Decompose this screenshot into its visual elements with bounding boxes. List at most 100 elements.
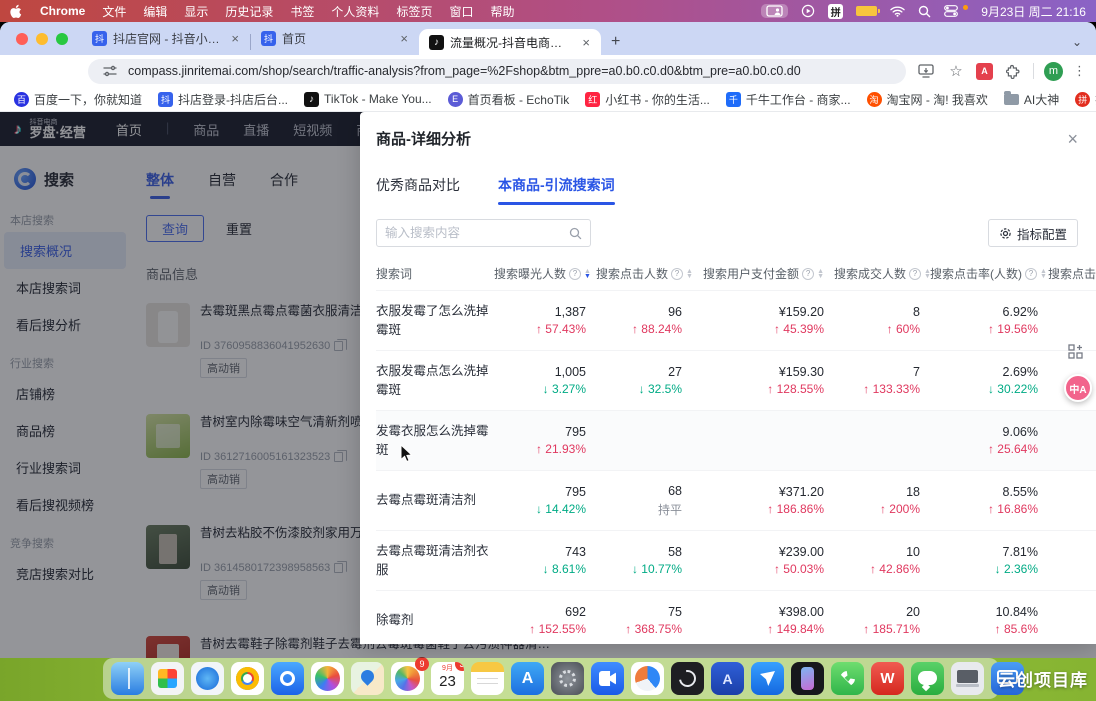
help-icon[interactable]: ? [909, 268, 921, 280]
dock-app-store-icon[interactable]: A [511, 662, 544, 695]
bookmark-echotik[interactable]: E首页看板 - EchoTik [448, 91, 570, 108]
dock-360-browser-icon[interactable] [311, 662, 344, 695]
dock-iphone-mirroring-icon[interactable] [791, 662, 824, 695]
control-center-icon[interactable] [944, 5, 958, 17]
tab-close-icon[interactable]: × [397, 31, 411, 46]
minimize-window-button[interactable] [36, 33, 48, 45]
dock-wps-office-icon[interactable]: W [871, 662, 904, 695]
table-row[interactable]: 除霉剂 692↑ 152.55% 75↑ 368.75% ¥398.00↑ 14… [376, 591, 1096, 651]
dock-notes-icon[interactable] [471, 662, 504, 695]
browser-menu-icon[interactable]: ⋮ [1073, 63, 1086, 79]
help-icon[interactable]: ? [802, 268, 814, 280]
url-text[interactable]: compass.jinritemai.com/shop/search/traff… [128, 64, 801, 78]
table-row[interactable]: 衣服发霉了怎么洗掉霉斑 1,387↑ 57.43% 96↑ 88.24% ¥15… [376, 291, 1096, 351]
dock-meeting-app-icon[interactable] [591, 662, 624, 695]
input-source-icon[interactable]: 拼 [828, 4, 843, 19]
sort-icon[interactable]: ▲▼ [817, 269, 824, 279]
tab-compass-active[interactable]: ♪ 流量概况-抖音电商罗盘 × [419, 29, 601, 55]
table-row[interactable]: 去霉点霉斑清洁剂衣服 743↓ 8.61% 58↓ 10.77% ¥239.00… [376, 531, 1096, 591]
spotlight-icon[interactable] [918, 5, 931, 18]
menu-file[interactable]: 文件 [102, 3, 126, 20]
modal-tab-compare[interactable]: 优秀商品对比 [376, 175, 460, 205]
dock-system-settings-icon[interactable] [551, 662, 584, 695]
translate-extension-icon[interactable]: A [976, 63, 993, 80]
dock-calendar-icon[interactable]: 9月233 [431, 662, 464, 695]
sort-icon[interactable]: ▲▼ [584, 269, 591, 279]
dock-maps-icon[interactable] [351, 662, 384, 695]
search-input[interactable] [385, 226, 569, 240]
table-row[interactable]: 发霉衣服怎么洗掉霉斑 795↑ 21.93% 9.06%↑ 25.64% 8↓ [376, 411, 1096, 471]
battery-icon[interactable] [856, 6, 877, 16]
dock-wechat-icon[interactable] [911, 662, 944, 695]
modal-search-box [376, 219, 591, 247]
bookmark-taobao[interactable]: 淘淘宝网 - 淘! 我喜欢 [867, 91, 988, 108]
dock-remote-display-icon[interactable] [951, 662, 984, 695]
dock-finder-icon[interactable] [111, 662, 144, 695]
site-settings-icon[interactable] [100, 61, 120, 81]
modal-close-icon[interactable]: × [1067, 130, 1078, 148]
menu-view[interactable]: 显示 [184, 3, 208, 20]
translate-float-button[interactable]: 中A [1064, 374, 1092, 402]
screen-mirroring-icon[interactable] [761, 4, 788, 18]
table-row[interactable]: 去霉点霉斑清洁剂 795↓ 14.42% 68持平 ¥371.20↑ 186.8… [376, 471, 1096, 531]
sort-icon[interactable]: ▲▼ [686, 269, 693, 279]
search-icon[interactable] [569, 227, 582, 240]
new-tab-button[interactable]: + [601, 33, 630, 55]
bookmark-baidu[interactable]: 百百度一下，你就知道 [14, 91, 142, 108]
bookmark-pdd[interactable]: 拼拼多多 商家后台 [1075, 91, 1096, 108]
tab-doudian[interactable]: 抖 抖店官网 - 抖音小店，抖音电… × [82, 25, 250, 51]
help-icon[interactable]: ? [569, 268, 581, 280]
mouse-cursor [400, 444, 413, 463]
widget-grid-icon[interactable] [1068, 344, 1084, 360]
dock-capcut-icon[interactable] [671, 662, 704, 695]
dock-launchpad-icon[interactable] [151, 662, 184, 695]
bookmark-folder-ai[interactable]: AI大神 [1004, 91, 1059, 108]
col-pay-amount: 搜索用户支付金额?▲▼ [692, 257, 834, 291]
menu-tabs[interactable]: 标签页 [396, 3, 432, 20]
bookmark-qianniu[interactable]: 千千牛工作台 - 商家... [726, 91, 851, 108]
extensions-puzzle-icon[interactable] [1003, 61, 1023, 81]
dock-quark-browser-icon[interactable] [271, 662, 304, 695]
send-to-device-icon[interactable] [916, 61, 936, 81]
tab-home[interactable]: 抖 首页 × [251, 25, 419, 51]
bookmark-star-icon[interactable]: ☆ [946, 61, 966, 81]
bookmark-doudian-login[interactable]: 抖抖店登录-抖店后台... [158, 91, 288, 108]
menu-bookmarks[interactable]: 书签 [290, 3, 314, 20]
dock-feishu-icon[interactable] [751, 662, 784, 695]
menu-history[interactable]: 历史记录 [225, 3, 273, 20]
menu-chrome[interactable]: Chrome [40, 4, 85, 18]
web-page: ♪ 抖音电商 罗盘·经营 首页 | 商品 直播 短视频 商品卡 搜索 [0, 112, 1096, 658]
dock-baidu-netdisk-icon[interactable] [631, 662, 664, 695]
dock-photos-icon[interactable]: 9 [391, 662, 424, 695]
dock-reading-app-icon[interactable]: A [711, 662, 744, 695]
apple-menu-icon[interactable] [10, 4, 23, 19]
tab-close-icon[interactable]: × [228, 31, 242, 46]
tiktok-icon: ♪ [304, 92, 319, 107]
zoom-window-button[interactable] [56, 33, 68, 45]
screen-record-icon[interactable] [801, 4, 815, 18]
menu-clock[interactable]: 9月23日 周二 21:16 [981, 3, 1086, 20]
menu-window[interactable]: 窗口 [449, 3, 473, 20]
wifi-icon[interactable] [890, 6, 905, 17]
bookmark-tiktok[interactable]: ♪TikTok - Make You... [304, 92, 432, 107]
bookmark-xiaohongshu[interactable]: 红小红书 - 你的生活... [585, 91, 710, 108]
menu-edit[interactable]: 编辑 [143, 3, 167, 20]
xiaohongshu-icon: 红 [585, 92, 600, 107]
sort-icon[interactable]: ▲▼ [1040, 269, 1047, 279]
dock-safari-icon[interactable] [191, 662, 224, 695]
help-icon[interactable]: ? [1025, 268, 1037, 280]
dock-chrome-icon[interactable] [231, 662, 264, 695]
metric-config-button[interactable]: 指标配置 [988, 219, 1078, 247]
doudian-favicon: 抖 [92, 31, 107, 46]
close-window-button[interactable] [16, 33, 28, 45]
modal-tab-search-words[interactable]: 本商品-引流搜索词 [498, 175, 615, 205]
table-row[interactable]: 衣服发霉点怎么洗掉霉斑 1,005↓ 3.27% 27↓ 32.5% ¥159.… [376, 351, 1096, 411]
dock-facetime-icon[interactable] [831, 662, 864, 695]
tab-search-chevron-icon[interactable]: ⌄ [1072, 35, 1096, 55]
help-icon[interactable]: ? [671, 268, 683, 280]
profile-avatar[interactable]: m [1044, 62, 1063, 81]
omnibox[interactable]: compass.jinritemai.com/shop/search/traff… [88, 59, 906, 84]
menu-profiles[interactable]: 个人资料 [331, 3, 379, 20]
tab-close-icon[interactable]: × [579, 35, 593, 50]
menu-help[interactable]: 帮助 [490, 3, 514, 20]
